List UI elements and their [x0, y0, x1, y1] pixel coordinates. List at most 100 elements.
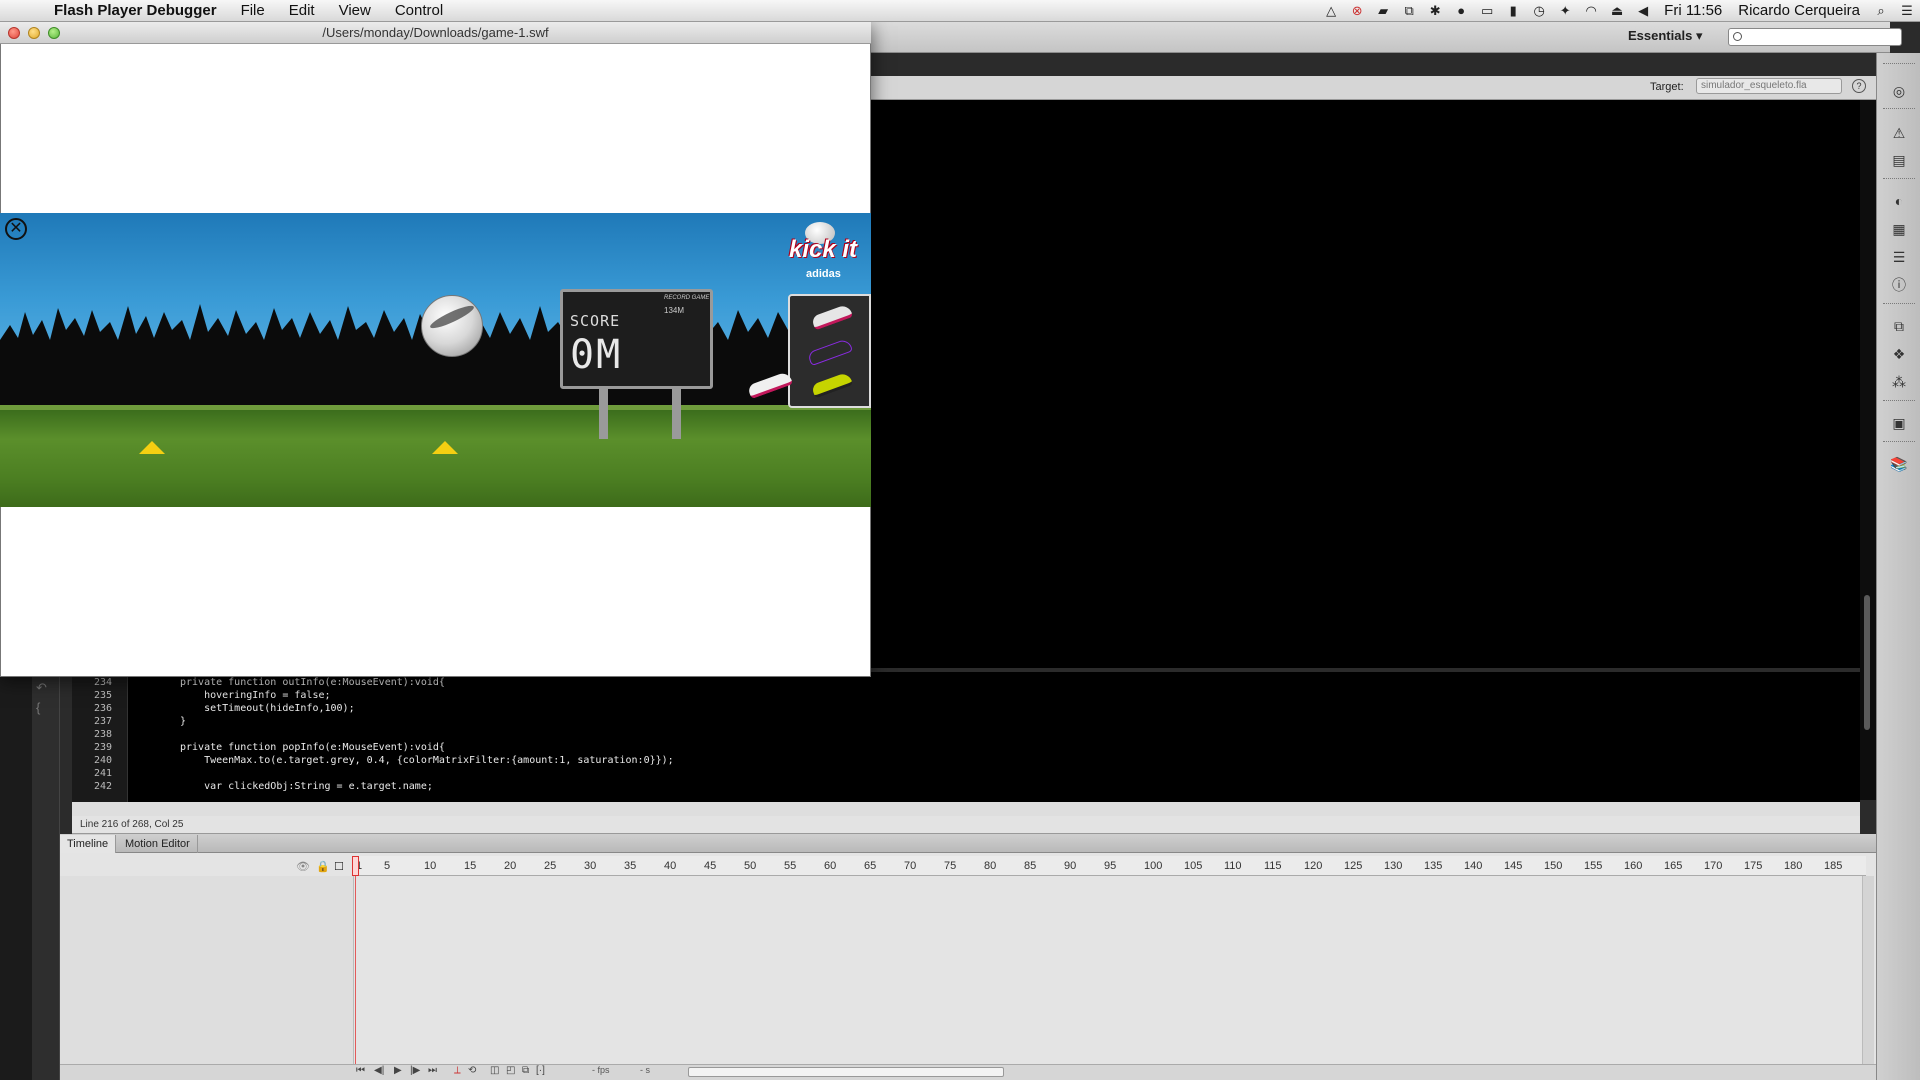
onion-skin-icon[interactable]: ◫: [490, 1065, 499, 1076]
loop-icon[interactable]: ⟲: [468, 1065, 476, 1076]
eject-icon[interactable]: ⏏: [1604, 3, 1630, 19]
frame-tick: 10: [424, 860, 437, 872]
frame-tick: 70: [904, 860, 917, 872]
playhead[interactable]: [352, 856, 359, 876]
frame-tick: 170: [1704, 860, 1723, 872]
step-back-icon[interactable]: ◀|: [374, 1065, 384, 1076]
game-field: [0, 410, 871, 507]
tab-motion-editor[interactable]: Motion Editor: [118, 835, 198, 853]
library-icon[interactable]: 📚: [1890, 456, 1908, 472]
airplay-icon[interactable]: ▭: [1474, 3, 1500, 19]
motion-presets-icon[interactable]: ⁂: [1890, 374, 1908, 390]
onion-outline-icon[interactable]: ◰: [506, 1065, 515, 1076]
cone-marker: [139, 441, 165, 454]
eye-icon[interactable]: 👁: [296, 860, 310, 873]
volume-icon[interactable]: ◀: [1630, 3, 1656, 19]
code-line[interactable]: private function outInfo(e:MouseEvent):v…: [180, 677, 445, 688]
battery-icon[interactable]: ▮: [1500, 3, 1526, 19]
frame-tick: 150: [1544, 860, 1563, 872]
line-number: 234: [93, 677, 112, 688]
zoom-window-button[interactable]: [48, 27, 60, 39]
align-icon[interactable]: ☰: [1890, 249, 1908, 265]
scoreboard-post: [672, 389, 681, 439]
close-game-icon[interactable]: ✕: [5, 218, 27, 240]
timeline-scrollbar[interactable]: [1862, 876, 1874, 1064]
frame-tick: 45: [704, 860, 717, 872]
workspace-switcher[interactable]: Essentials ▾: [1628, 28, 1702, 44]
target-select[interactable]: simulador_esqueleto.fla: [1696, 78, 1842, 94]
code-line[interactable]: TweenMax.to(e.target.grey, 0.4, {colorMa…: [180, 755, 674, 766]
step-forward-icon[interactable]: |▶: [410, 1065, 420, 1076]
frame-tick: 100: [1144, 860, 1163, 872]
tab-timeline[interactable]: Timeline: [60, 835, 117, 853]
warning-icon[interactable]: ⚠: [1890, 125, 1908, 141]
drive-icon[interactable]: △: [1318, 3, 1344, 19]
code-line[interactable]: var clickedObj:String = e.target.name;: [180, 781, 433, 792]
bluetooth-icon[interactable]: ✦: [1552, 3, 1578, 19]
frame-tick: 80: [984, 860, 997, 872]
color-palette-icon[interactable]: ◐: [1890, 193, 1908, 209]
editor-scrollbar-thumb[interactable]: [1864, 595, 1870, 730]
transform-icon[interactable]: ⧉: [1890, 318, 1908, 334]
code-line[interactable]: }: [180, 716, 186, 727]
spotlight-search-icon[interactable]: ⌕: [1868, 3, 1894, 19]
app-menu[interactable]: Flash Player Debugger: [42, 2, 229, 19]
chat-icon[interactable]: ▰: [1370, 3, 1396, 19]
close-window-button[interactable]: [8, 27, 20, 39]
bracket-icon[interactable]: {: [36, 700, 40, 715]
dock-separator: [1883, 400, 1915, 401]
compass-icon[interactable]: ◎: [1890, 83, 1908, 99]
undo-icon[interactable]: ↶: [36, 680, 47, 696]
play-icon[interactable]: ▶: [394, 1065, 402, 1076]
frame-tick: 60: [824, 860, 837, 872]
menu-view[interactable]: View: [327, 2, 383, 19]
notification-center-icon[interactable]: ☰: [1894, 3, 1920, 19]
swatches-icon[interactable]: ▦: [1890, 221, 1908, 237]
menubar-user[interactable]: Ricardo Cerqueira: [1730, 2, 1868, 19]
frame-tick: 120: [1304, 860, 1323, 872]
dock-separator: [1883, 178, 1915, 179]
line-number: 236: [93, 703, 112, 714]
menu-edit[interactable]: Edit: [277, 2, 327, 19]
timeline-hscroll-thumb[interactable]: [688, 1067, 1004, 1077]
edit-multiple-icon[interactable]: ⧉: [522, 1065, 529, 1076]
chevron-down-icon: ▾: [1695, 28, 1703, 43]
center-frame-icon[interactable]: ⟂: [454, 1065, 461, 1076]
menu-control[interactable]: Control: [383, 2, 455, 19]
lock-icon[interactable]: 🔒: [316, 860, 330, 873]
fan-icon[interactable]: ✱: [1422, 3, 1448, 19]
last-frame-icon[interactable]: ⏭: [428, 1065, 437, 1076]
window-title[interactable]: /Users/monday/Downloads/game-1.swf: [0, 22, 871, 44]
time-machine-icon[interactable]: ◷: [1526, 3, 1552, 19]
sync-error-icon[interactable]: ⊗: [1344, 3, 1370, 19]
frame-tick: 75: [944, 860, 957, 872]
menu-file[interactable]: File: [229, 2, 277, 19]
first-frame-icon[interactable]: ⏮: [356, 1065, 365, 1076]
workspace-label: Essentials: [1628, 28, 1693, 43]
mask-icon[interactable]: ●: [1448, 3, 1474, 18]
layer-list[interactable]: [60, 876, 354, 1066]
code-line[interactable]: hoveringInfo = false;: [180, 690, 330, 701]
code-line[interactable]: private function popInfo(e:MouseEvent):v…: [180, 742, 445, 753]
adidas-logo: adidas: [806, 268, 841, 280]
frame-tick: 125: [1344, 860, 1363, 872]
modify-markers-icon[interactable]: [·]: [536, 1065, 545, 1076]
code-line[interactable]: setTimeout(hideInfo,100);: [180, 703, 355, 714]
crop-icon[interactable]: ⧉: [1396, 3, 1422, 19]
frame-tick: 30: [584, 860, 597, 872]
minimize-window-button[interactable]: [28, 27, 40, 39]
output-panel-icon[interactable]: ▤: [1890, 152, 1908, 168]
wifi-icon[interactable]: ◠: [1578, 3, 1604, 19]
record-value: 134M: [664, 306, 685, 315]
help-search-input[interactable]: [1728, 28, 1902, 46]
info-icon[interactable]: ⓘ: [1890, 277, 1908, 293]
project-icon[interactable]: ▣: [1890, 415, 1908, 431]
help-button[interactable]: ?: [1852, 79, 1866, 93]
frame-tick: 40: [664, 860, 677, 872]
menubar-clock[interactable]: Fri 11:56: [1656, 2, 1730, 19]
kick-it-logo[interactable]: kick it: [789, 236, 857, 264]
outline-icon[interactable]: ☐: [334, 860, 344, 873]
record-label: RECORD GAME: [664, 295, 710, 301]
frame-tick: 160: [1624, 860, 1643, 872]
components-icon[interactable]: ❖: [1890, 346, 1908, 362]
